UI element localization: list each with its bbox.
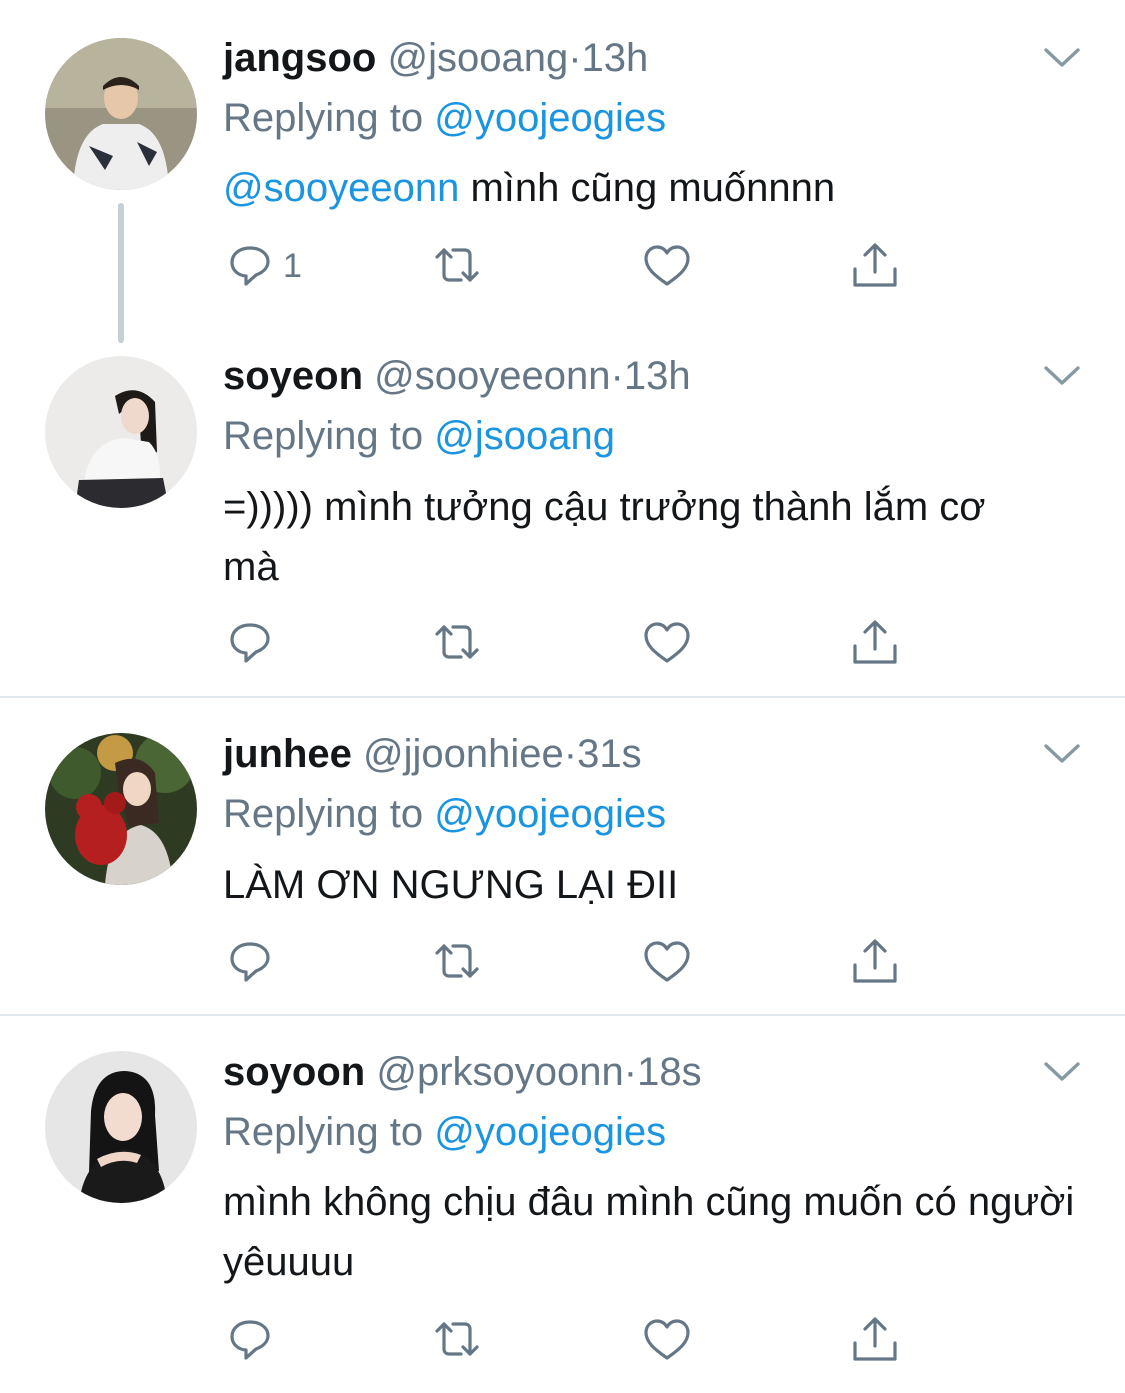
share-button[interactable] [850,613,900,673]
reply-count: 1 [283,246,302,285]
tweet[interactable]: soyoon @prksoyoonn·18s Replying to @yooj… [0,1016,1125,1393]
retweet-icon [435,248,479,282]
chevron-down-icon[interactable] [1043,1060,1081,1084]
reply-button[interactable] [225,613,275,673]
share-button[interactable] [850,932,900,992]
reply-button[interactable] [225,932,275,992]
user-handle[interactable]: @sooyeeonn [374,354,610,398]
tweet[interactable]: junhee @jjoonhiee·31s Replying to @yooje… [0,698,1125,1014]
like-icon [644,941,690,982]
chevron-down-icon[interactable] [1043,364,1081,388]
retweet-icon [435,944,479,978]
avatar[interactable] [45,1051,197,1203]
tweet-text: @sooyeeonn mình cũng muốnnnn [223,158,1083,218]
separator-dot: · [568,36,582,80]
action-bar [223,1310,923,1370]
tweet-text: LÀM ƠN NGƯNG LẠI ĐII [223,863,679,907]
avatar[interactable] [45,38,197,190]
mention-link[interactable]: @sooyeeonn [223,166,459,210]
reply-icon [230,1320,270,1360]
action-bar [223,613,923,673]
separator-dot: · [623,1050,638,1094]
avatar-image [45,733,197,885]
user-handle[interactable]: @jjoonhiee [363,732,564,776]
reply-icon [230,623,270,663]
separator-dot: · [563,732,578,776]
action-bar: 1 [223,236,923,296]
replying-to-label: Replying to [223,1110,424,1154]
share-button[interactable] [850,236,900,296]
display-name[interactable]: junhee [223,732,352,776]
replying-to-link[interactable]: @yoojeogies [434,1110,666,1154]
replying-to-label: Replying to [223,792,424,836]
thread-line [118,203,124,343]
timestamp[interactable]: 18s [637,1050,702,1094]
replying-to-label: Replying to [223,414,424,458]
tweet-text-content: mình cũng muốnnnn [459,166,836,210]
chevron-down-icon[interactable] [1043,46,1081,70]
reply-icon [230,942,270,982]
display-name[interactable]: jangsoo [223,36,376,80]
retweet-button[interactable] [432,1310,482,1370]
like-button[interactable] [642,932,692,992]
retweet-button[interactable] [432,932,482,992]
replying-to: Replying to @yoojeogies [223,784,666,844]
user-handle[interactable]: @jsooang [387,36,568,80]
replying-to-link[interactable]: @yoojeogies [434,792,666,836]
like-icon [644,245,690,286]
avatar-image [45,38,197,190]
like-button[interactable] [642,613,692,673]
replying-to-label: Replying to [223,96,424,140]
timestamp[interactable]: 13h [582,36,649,80]
retweet-icon [435,1322,479,1356]
like-button[interactable] [642,236,692,296]
share-button[interactable] [850,1310,900,1370]
user-handle[interactable]: @prksoyoonn [376,1050,623,1094]
share-icon [853,939,897,983]
retweet-icon [435,625,479,659]
replying-to: Replying to @jsooang [223,406,615,466]
share-icon [853,1317,897,1361]
replying-to-link[interactable]: @jsooang [434,414,615,458]
display-name[interactable]: soyoon [223,1050,365,1094]
like-icon [644,1319,690,1360]
timestamp[interactable]: 13h [624,354,691,398]
share-icon [853,620,897,664]
avatar-image [45,1051,197,1203]
like-button[interactable] [642,1310,692,1370]
display-name[interactable]: soyeon [223,354,363,398]
separator-dot: · [610,354,624,398]
reply-button[interactable] [225,1310,275,1370]
replying-to: Replying to @yoojeogies [223,1102,666,1162]
like-icon [644,622,690,663]
timestamp[interactable]: 31s [577,732,642,776]
avatar-image [45,356,197,508]
action-bar [223,932,923,992]
retweet-button[interactable] [432,613,482,673]
avatar[interactable] [45,356,197,508]
retweet-button[interactable] [432,236,482,296]
share-icon [853,243,897,287]
avatar[interactable] [45,733,197,885]
tweet-text: mình không chịu đâu mình cũng muốn có ng… [223,1180,1075,1284]
chevron-down-icon[interactable] [1043,742,1081,766]
tweet-text: =))))) mình tưởng cậu trưởng thành lắm c… [223,485,986,589]
tweet[interactable]: soyeon @sooyeeonn·13h Replying to @jsooa… [0,340,1125,696]
tweet[interactable]: jangsoo @jsooang·13h Replying to @yoojeo… [0,0,1125,343]
replying-to-link[interactable]: @yoojeogies [434,96,666,140]
replying-to: Replying to @yoojeogies [223,88,666,148]
reply-icon [230,246,270,286]
reply-button[interactable]: 1 [225,236,302,296]
